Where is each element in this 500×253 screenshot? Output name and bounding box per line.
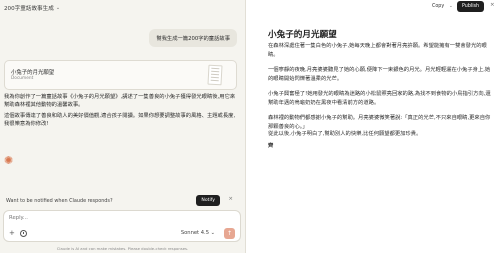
arrow-up-icon: ↑ <box>226 230 233 237</box>
document-thumbnail-icon <box>207 64 223 86</box>
document-paragraph: 一個寧靜的夜晚,月亮婆婆聽見了她的心願,便降下一束銀色的月光。月光輕輕灑在小兔子… <box>268 67 491 82</box>
document-paragraph: 從此以後,小兔子明白了,幫助別人的快樂,比任何願望都更加珍貴。 <box>268 131 422 137</box>
composer: + Sonnet 4.5 ⌄ ↑ <box>3 210 241 242</box>
assistant-response-paragraph: 這個故事傳達了善良和助人的美好價值觀,適合孩子閱讀。如果你想要調整故事的風格、主… <box>4 113 236 127</box>
artifact-type: Document <box>11 76 34 81</box>
send-button[interactable]: ↑ <box>224 228 235 239</box>
document-paragraph: 齊 <box>268 143 274 149</box>
notify-text: Want to be notified when Claude responds… <box>6 198 113 204</box>
notify-banner: Want to be notified when Claude responds… <box>4 194 240 208</box>
chevron-down-icon[interactable]: ⌄ <box>449 2 453 11</box>
document-title: 小兔子的月光願望 <box>268 30 337 40</box>
document-paragraph: 森林裡的動物們都感謝小兔子的幫助。月亮婆婆微笑著說:「真正的光芒,不只來自眼睛,… <box>268 115 491 130</box>
artifact-card[interactable]: 小兔子的月光願望 Document <box>4 60 237 90</box>
publish-button[interactable]: Publish <box>457 1 485 12</box>
close-icon[interactable]: × <box>490 2 495 8</box>
claude-spark-icon: ✺ <box>4 154 14 167</box>
document-pane: Copy ⌄ Publish × 小兔子的月光願望 在森林深處住著一隻白色的小兔… <box>246 0 500 253</box>
clock-icon[interactable] <box>20 230 27 237</box>
notify-button[interactable]: Notify <box>196 195 220 206</box>
copy-button[interactable]: Copy <box>432 2 444 11</box>
reply-input[interactable] <box>9 215 209 221</box>
model-selector[interactable]: Sonnet 4.5 ⌄ <box>181 230 215 236</box>
chat-pane: 200字童話故事生成 ⌄ 幫我生成一篇200字的童話故事 小兔子的月光願望 Do… <box>0 0 245 253</box>
chat-header: 200字童話故事生成 ⌄ <box>0 0 245 16</box>
disclaimer: Claude is AI and can make mistakes. Plea… <box>56 246 189 251</box>
close-icon[interactable]: × <box>228 196 233 202</box>
document-paragraph: 在森林深處住著一隻白色的小兔子,她每天晚上都會對著月亮許願。希望能擁有一雙會發光… <box>268 43 487 58</box>
model-name: Sonnet 4.5 <box>180 230 209 236</box>
document-toolbar: Copy ⌄ Publish × <box>246 0 500 14</box>
chat-title[interactable]: 200字童話故事生成 <box>4 4 54 12</box>
artifact-title: 小兔子的月光願望 <box>11 70 55 76</box>
chevron-down-icon[interactable]: ⌄ <box>56 5 60 11</box>
assistant-response-paragraph: 我為你創作了一篇童話故事《小兔子的月光願望》,講述了一隻善良的小兔子獲得發光眼睛… <box>4 94 236 108</box>
document-paragraph: 小兔子興奮極了!她用發光的眼睛為迷路的小松鼠照亮回家的路,為找不到食物的小鳥指引… <box>268 91 491 106</box>
plus-icon[interactable]: + <box>9 230 15 237</box>
user-message: 幫我生成一篇200字的童話故事 <box>149 29 237 47</box>
